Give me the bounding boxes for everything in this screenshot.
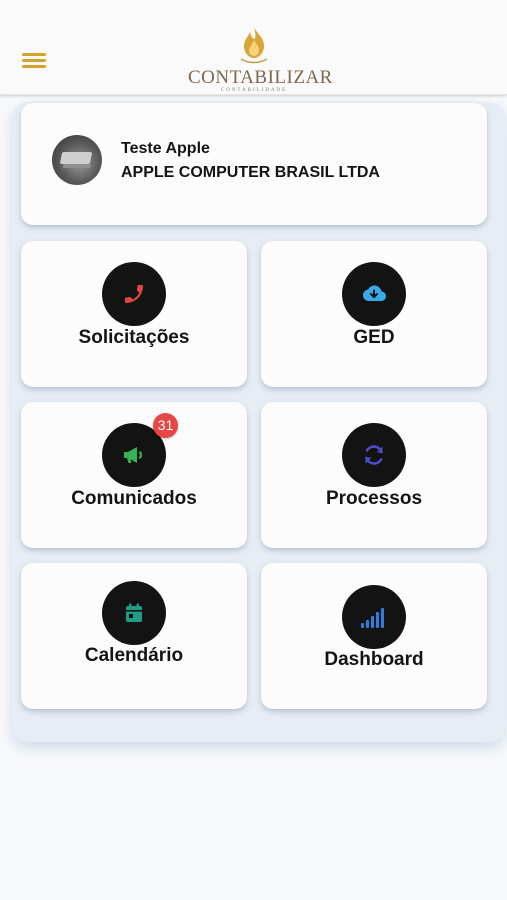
- avatar: [52, 135, 102, 185]
- tile-solicitacoes[interactable]: Solicitações: [21, 241, 247, 387]
- tile-label: Dashboard: [324, 649, 424, 670]
- brand-name: CONTABILIZAR: [188, 67, 333, 88]
- cloud-download-icon: [342, 262, 406, 326]
- signal-bars-icon: [342, 585, 406, 649]
- sync-icon: [342, 423, 406, 487]
- brand-logo: CONTABILIZAR CONTABILIDADE: [188, 26, 333, 94]
- tile-label: Solicitações: [78, 327, 190, 348]
- brand-subtitle: CONTABILIDADE: [220, 88, 288, 93]
- tile-ged[interactable]: GED: [261, 241, 487, 387]
- app-header: CONTABILIZAR CONTABILIDADE: [0, 0, 507, 95]
- phone-icon: [102, 262, 166, 326]
- tile-label: Comunicados: [71, 488, 197, 509]
- tile-label: Calendário: [84, 645, 184, 666]
- profile-company: APPLE COMPUTER BRASIL LTDA: [121, 164, 380, 181]
- notification-badge: 31: [153, 413, 178, 438]
- tile-dashboard[interactable]: Dashboard: [261, 563, 487, 709]
- tile-comunicados[interactable]: 31 Comunicados: [21, 402, 247, 548]
- tile-label: GED: [353, 327, 395, 348]
- profile-card[interactable]: Teste Apple APPLE COMPUTER BRASIL LTDA: [21, 103, 487, 225]
- profile-name: Teste Apple: [121, 140, 210, 157]
- tile-processos[interactable]: Processos: [261, 402, 487, 548]
- hamburger-icon[interactable]: [22, 51, 48, 71]
- tile-calendario[interactable]: Calendário: [21, 563, 247, 709]
- tile-label: Processos: [325, 488, 423, 509]
- flame-logo-icon: [240, 27, 268, 64]
- calendar-icon: [102, 581, 166, 645]
